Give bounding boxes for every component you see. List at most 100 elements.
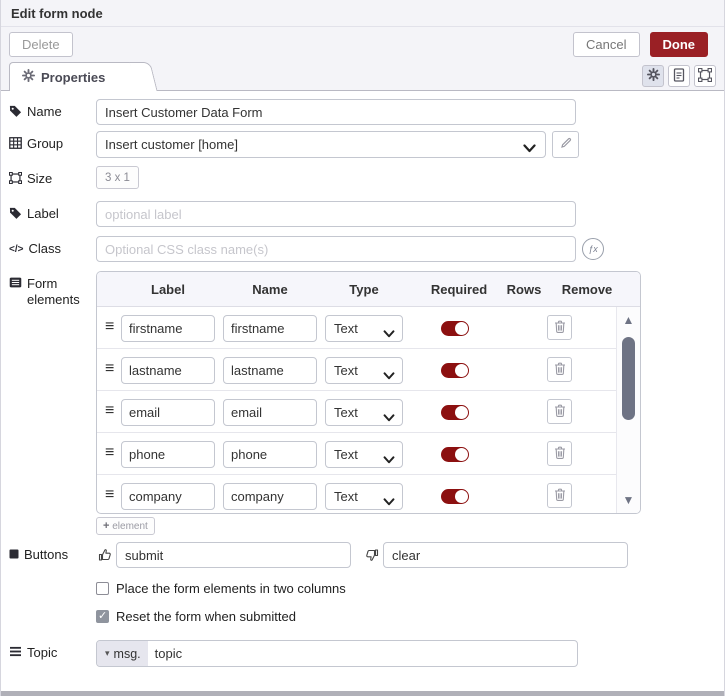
square-icon <box>9 547 19 563</box>
chevron-down-icon <box>523 141 536 156</box>
form-elements-table-body: ≡ Text ≡ Text ≡ Text <box>97 307 640 513</box>
element-type-select[interactable]: Text <box>325 315 403 342</box>
required-toggle[interactable] <box>441 321 469 336</box>
chevron-down-icon <box>383 368 395 383</box>
required-toggle[interactable] <box>441 405 469 420</box>
name-input[interactable] <box>96 99 576 125</box>
fx-icon[interactable]: ƒx <box>582 238 604 260</box>
drag-handle-icon[interactable]: ≡ <box>105 444 114 462</box>
element-name-input[interactable] <box>223 399 317 426</box>
form-elements-label: Form elements <box>9 271 96 308</box>
topic-typed-input[interactable]: ▾ msg. topic <box>96 640 578 667</box>
element-label-input[interactable] <box>121 357 215 384</box>
table-icon <box>9 136 22 153</box>
delete-element-button[interactable] <box>547 399 572 424</box>
class-label: </> Class <box>9 241 61 256</box>
form-element-row: ≡ Text <box>97 475 640 513</box>
topic-row: Topic ▾ msg. topic <box>9 640 716 667</box>
delete-element-button[interactable] <box>547 441 572 466</box>
form-elements-row: Form elements Label Name Type Required R… <box>9 271 716 535</box>
code-icon: </> <box>9 244 24 255</box>
list-alt-icon <box>9 276 22 292</box>
form-element-row: ≡ Text <box>97 433 640 475</box>
element-label-input[interactable] <box>121 315 215 342</box>
scrollbar[interactable]: ▲ ▼ <box>616 307 640 513</box>
delete-button[interactable]: Delete <box>9 32 73 57</box>
appearance-view-button[interactable] <box>694 65 716 87</box>
pencil-icon <box>560 137 572 152</box>
required-toggle[interactable] <box>441 447 469 462</box>
delete-element-button[interactable] <box>547 483 572 508</box>
caret-down-icon: ▾ <box>105 648 110 658</box>
properties-panel: Name Group Insert customer [home] S <box>1 91 724 691</box>
size-row: Size 3 x 1 <box>8 166 716 189</box>
column-header-rows: Rows <box>506 282 542 297</box>
form-element-row: ≡ Text <box>97 391 640 433</box>
delete-element-button[interactable] <box>547 315 572 340</box>
checkbox[interactable] <box>96 609 109 623</box>
properties-view-button[interactable] <box>642 65 664 87</box>
element-name-input[interactable] <box>223 315 317 342</box>
drag-handle-icon[interactable]: ≡ <box>105 486 114 504</box>
buttons-row: Buttons <box>9 542 716 568</box>
clear-button-input[interactable] <box>383 542 628 568</box>
element-type-select[interactable]: Text <box>325 483 403 510</box>
element-type-select[interactable]: Text <box>325 441 403 468</box>
group-select[interactable]: Insert customer [home] <box>96 131 546 158</box>
element-label-input[interactable] <box>121 483 215 510</box>
element-type-select[interactable]: Text <box>325 357 403 384</box>
checkbox[interactable] <box>96 582 109 595</box>
form-elements-table-header: Label Name Type Required Rows Remove <box>97 272 640 307</box>
node-appearance-icon <box>697 67 713 85</box>
cancel-button[interactable]: Cancel <box>573 32 640 57</box>
topic-type-select[interactable]: ▾ msg. <box>97 641 148 666</box>
two-columns-option[interactable]: Place the form elements in two columns <box>96 581 716 596</box>
done-button[interactable]: Done <box>649 32 708 57</box>
element-label-input[interactable] <box>121 399 215 426</box>
add-element-button[interactable]: + element <box>96 517 155 535</box>
object-group-icon <box>8 171 23 188</box>
chevron-down-icon <box>383 452 395 467</box>
form-element-row: ≡ Text <box>97 349 640 391</box>
required-toggle[interactable] <box>441 489 469 504</box>
dialog-title: Edit form node <box>1 0 724 27</box>
trash-icon <box>554 404 566 420</box>
element-name-input[interactable] <box>223 357 317 384</box>
label-input[interactable] <box>96 201 576 227</box>
trash-icon <box>554 488 566 504</box>
tab-actions <box>642 65 716 87</box>
scroll-up-icon[interactable]: ▲ <box>617 313 640 327</box>
label-row: Label <box>9 201 716 227</box>
description-view-button[interactable] <box>668 65 690 87</box>
element-name-input[interactable] <box>223 441 317 468</box>
element-label-input[interactable] <box>121 441 215 468</box>
scrollbar-thumb[interactable] <box>622 337 635 420</box>
tab-properties-label: Properties <box>41 69 106 85</box>
group-row: Group Insert customer [home] <box>9 131 716 158</box>
label-label: Label <box>9 201 96 224</box>
gear-icon <box>646 68 660 84</box>
name-label: Name <box>9 99 96 122</box>
size-button[interactable]: 3 x 1 <box>96 166 139 189</box>
dialog-button-bar: Delete Cancel Done <box>1 27 724 62</box>
reset-form-option[interactable]: Reset the form when submitted <box>96 609 716 624</box>
tag-icon <box>9 104 22 122</box>
drag-handle-icon[interactable]: ≡ <box>105 402 114 420</box>
scroll-down-icon[interactable]: ▼ <box>617 493 640 507</box>
form-element-row: ≡ Text <box>97 307 640 349</box>
tag-icon <box>9 206 22 224</box>
column-header-name: Name <box>252 282 288 297</box>
drag-handle-icon[interactable]: ≡ <box>105 360 114 378</box>
submit-button-input[interactable] <box>116 542 351 568</box>
class-input[interactable] <box>96 236 576 262</box>
drag-handle-icon[interactable]: ≡ <box>105 318 114 336</box>
dialog-bottom-edge <box>1 691 724 696</box>
element-name-input[interactable] <box>223 483 317 510</box>
element-type-select[interactable]: Text <box>325 399 403 426</box>
required-toggle[interactable] <box>441 363 469 378</box>
chevron-down-icon <box>383 326 395 341</box>
delete-element-button[interactable] <box>547 357 572 382</box>
tab-properties[interactable]: Properties <box>9 62 144 91</box>
name-row: Name <box>9 99 716 125</box>
edit-group-button[interactable] <box>552 131 579 158</box>
